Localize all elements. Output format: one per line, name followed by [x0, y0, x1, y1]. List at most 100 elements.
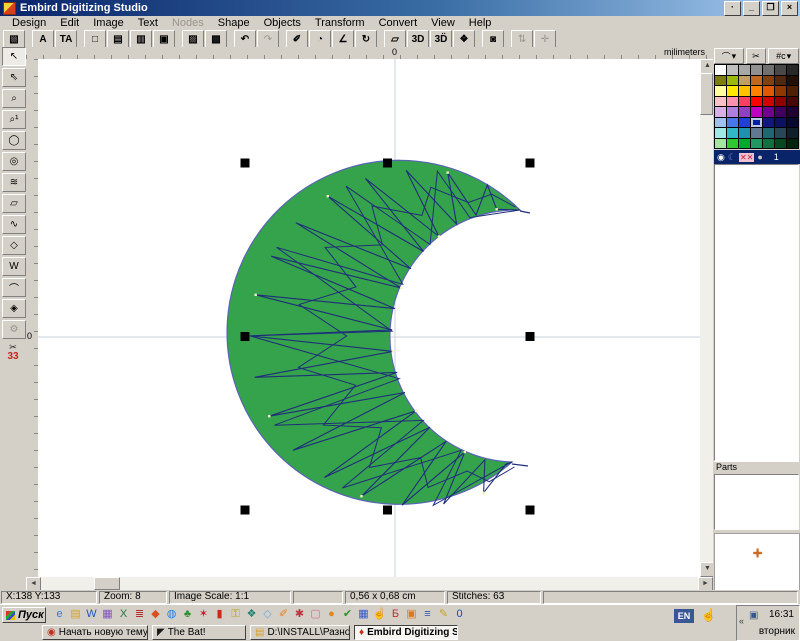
palette-color-5-0[interactable] [715, 118, 726, 128]
menu-image[interactable]: Image [86, 17, 131, 30]
palette-color-5-4[interactable] [763, 118, 774, 128]
minimize-button[interactable]: _ [743, 1, 760, 16]
selection-handle[interactable] [383, 159, 392, 168]
freehand-lines-tool[interactable]: ≋ [2, 173, 26, 192]
menu-objects[interactable]: Objects [257, 17, 308, 30]
select-tool[interactable]: ↖ [2, 47, 26, 66]
menu-edit[interactable]: Edit [53, 17, 86, 30]
palette-color-7-4[interactable] [763, 139, 774, 149]
selection-handle[interactable] [241, 506, 250, 515]
pointer-hand-icon[interactable]: ☝ [701, 608, 716, 622]
menu-text[interactable]: Text [131, 17, 165, 30]
menu-shape[interactable]: Shape [211, 17, 257, 30]
palette-color-0-2[interactable] [739, 65, 750, 75]
palette-color-0-0[interactable] [715, 65, 726, 75]
internet-explorer-icon[interactable]: e [52, 607, 67, 622]
object-list-row[interactable]: ◉ ☾ ✕✕ ● 1 [714, 150, 800, 164]
palette-color-1-0[interactable] [715, 76, 726, 86]
selection-handle[interactable] [526, 159, 535, 168]
palette-color-2-2[interactable] [739, 86, 750, 96]
folder-icon[interactable]: ▤ [68, 607, 83, 622]
palette-color-5-1[interactable] [727, 118, 738, 128]
visibility-eye-icon[interactable]: ◉ [717, 152, 725, 163]
palette-color-1-5[interactable] [775, 76, 786, 86]
task-forum[interactable]: ◉Начать новую тему :: B... [42, 625, 148, 640]
split-button[interactable]: ✂ [746, 48, 767, 64]
ql-icon-23[interactable]: ▣ [404, 607, 419, 622]
palette-color-0-4[interactable] [763, 65, 774, 75]
palette-color-7-6[interactable] [787, 139, 798, 149]
zoom-tool[interactable]: ⌕ [2, 89, 26, 108]
language-indicator[interactable]: EN [674, 609, 694, 623]
palette-color-1-2[interactable] [739, 76, 750, 86]
manual-stitch-tool[interactable]: ◈ [2, 299, 26, 318]
palette-color-7-3[interactable] [751, 139, 762, 149]
palette-color-5-5[interactable] [775, 118, 786, 128]
menu-convert[interactable]: Convert [372, 17, 425, 30]
snowflake-icon[interactable]: ✱ [292, 607, 307, 622]
menu-design[interactable]: Design [5, 17, 53, 30]
palette-color-3-1[interactable] [727, 97, 738, 107]
palette-color-7-2[interactable] [739, 139, 750, 149]
zoom-1-1-tool[interactable]: ⌕¹ [2, 110, 26, 129]
palette-color-0-3[interactable] [751, 65, 762, 75]
arc-tool[interactable]: ⌒ [2, 278, 26, 297]
palette-color-5-2[interactable] [739, 118, 750, 128]
task-embird[interactable]: ♦Embird Digitizing Stud... [354, 625, 458, 640]
selection-handle[interactable] [383, 506, 392, 515]
palette-color-6-1[interactable] [727, 128, 738, 138]
palette-color-3-4[interactable] [763, 97, 774, 107]
palette-color-1-1[interactable] [727, 76, 738, 86]
start-button[interactable]: Пуск [2, 607, 46, 623]
books-icon[interactable]: ≣ [132, 607, 147, 622]
plant-icon[interactable]: ♣ [180, 607, 195, 622]
parts-list[interactable] [714, 474, 799, 530]
palette-color-6-3[interactable] [751, 128, 762, 138]
tray-app-icon[interactable]: ▣ [749, 610, 758, 621]
ball-icon[interactable]: ● [324, 607, 339, 622]
palette-color-2-1[interactable] [727, 86, 738, 96]
design-canvas[interactable] [38, 59, 700, 577]
diamond-icon[interactable]: ◇ [260, 607, 275, 622]
palette-color-1-3[interactable] [751, 76, 762, 86]
selection-handle[interactable] [526, 332, 535, 341]
palette-color-2-3[interactable] [751, 86, 762, 96]
palette-color-7-0[interactable] [715, 139, 726, 149]
curve-style-dropdown[interactable]: ⌒▾ [714, 48, 744, 64]
column-shape-tool[interactable]: ▱ [2, 194, 26, 213]
tray-clock[interactable]: 16:31 [769, 609, 794, 620]
palette-color-3-2[interactable] [739, 97, 750, 107]
excel-icon[interactable]: X [116, 607, 131, 622]
close-button[interactable]: × [781, 1, 798, 16]
palette-icon[interactable]: ❖ [244, 607, 259, 622]
palette-color-1-4[interactable] [763, 76, 774, 86]
object-x-icon[interactable]: ✕✕ [739, 153, 754, 162]
palette-color-3-0[interactable] [715, 97, 726, 107]
menu-help[interactable]: Help [462, 17, 499, 30]
horizontal-scroll-thumb[interactable] [94, 577, 120, 590]
node-select-tool[interactable]: ⇖ [2, 68, 26, 87]
palette-color-0-1[interactable] [727, 65, 738, 75]
ql-icon-11[interactable]: ▮ [212, 607, 227, 622]
object-list[interactable] [714, 164, 799, 461]
palette-color-0-5[interactable] [775, 65, 786, 75]
palette-color-6-4[interactable] [763, 128, 774, 138]
ql-icon-22[interactable]: Б [388, 607, 403, 622]
grid-window-icon[interactable]: ▦ [356, 607, 371, 622]
palette-color-6-2[interactable] [739, 128, 750, 138]
palette-color-3-5[interactable] [775, 97, 786, 107]
palette-color-6-0[interactable] [715, 128, 726, 138]
palette-color-2-5[interactable] [775, 86, 786, 96]
palette-color-0-6[interactable] [787, 65, 798, 75]
vertical-scroll-thumb[interactable] [700, 73, 713, 115]
tray-collapse-icon[interactable]: « [739, 616, 744, 626]
fill-shape-tool[interactable]: ◯ [2, 131, 26, 150]
outline-shape-tool[interactable]: ◎ [2, 152, 26, 171]
zigzag-tool[interactable]: W [2, 257, 26, 276]
pencil-icon[interactable]: ✐ [276, 607, 291, 622]
horizontal-scrollbar[interactable]: ◄ ► [26, 577, 713, 590]
hand-icon[interactable]: ☝ [372, 607, 387, 622]
palette-color-5-6[interactable] [787, 118, 798, 128]
vertical-scrollbar[interactable]: ▲ ▼ [700, 59, 713, 577]
key-icon[interactable]: ⚿ [228, 607, 243, 622]
